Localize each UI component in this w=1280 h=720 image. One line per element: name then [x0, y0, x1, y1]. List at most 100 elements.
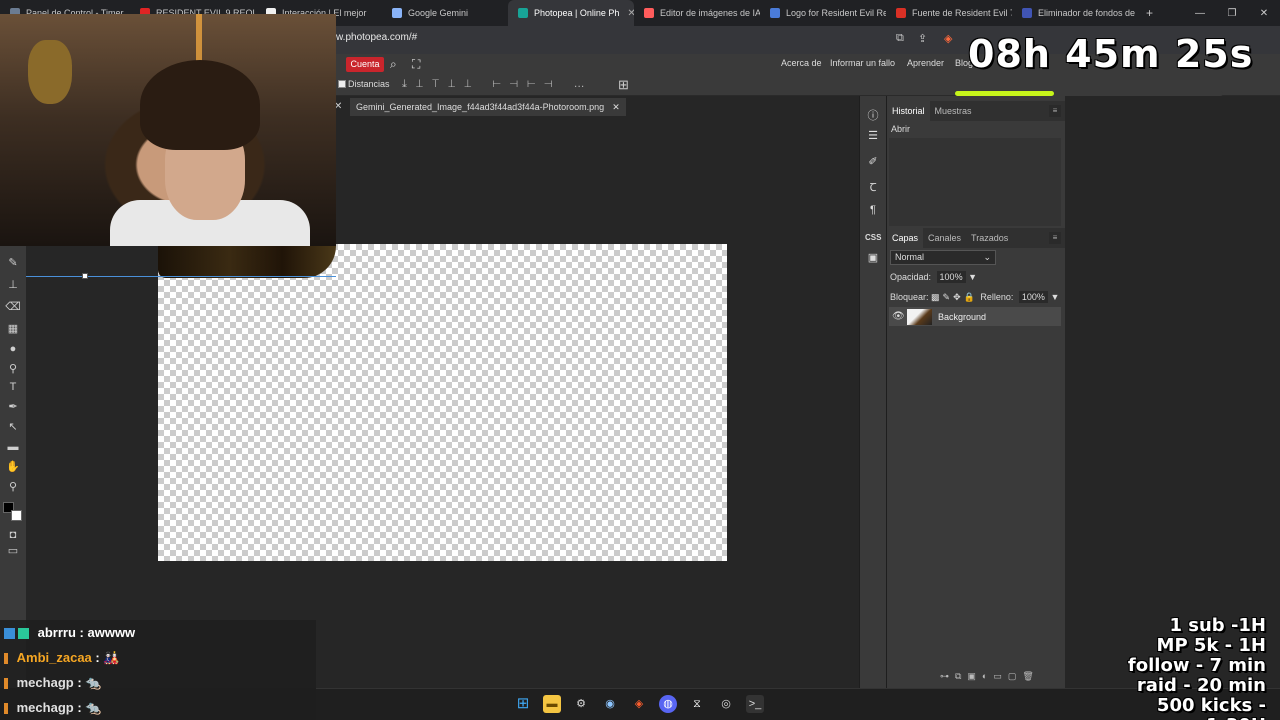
timer-progress-bar	[955, 91, 1054, 96]
css-icon[interactable]: CSS	[865, 230, 881, 246]
transform-handle[interactable]	[82, 273, 88, 279]
opacity-input[interactable]: 100%	[936, 271, 966, 283]
discord-icon[interactable]: ◍	[659, 695, 677, 713]
path-select-icon[interactable]: ↖	[5, 420, 21, 434]
document-tab[interactable]: Gemini_Generated_Image_f44ad3f44ad3f44a-…	[350, 98, 626, 116]
layer-thumbnail	[907, 309, 932, 325]
brush-icon[interactable]: ✐	[865, 154, 881, 170]
layer-name[interactable]: Background	[938, 312, 986, 322]
character-icon[interactable]: Ꞇ	[865, 180, 881, 196]
tab-history[interactable]: Historial	[887, 101, 930, 121]
badge-icon	[4, 678, 8, 690]
zoom-tool-icon[interactable]: ⚲	[5, 480, 21, 494]
document-canvas[interactable]	[158, 244, 727, 561]
goal-line: 1 sub -1H	[1169, 615, 1266, 636]
new-tab-button[interactable]: +	[1142, 0, 1162, 26]
info-icon[interactable]: ⓘ	[865, 108, 881, 124]
shape-tool-icon[interactable]: ▬	[5, 440, 21, 454]
tab-paths[interactable]: Trazados	[966, 228, 1013, 248]
capcut-icon[interactable]: ⧖	[688, 695, 706, 713]
workspace-right	[1065, 96, 1280, 688]
panel-icon-column: ⓘ ☰ ✐ Ꞇ ¶ CSS ▣	[860, 96, 886, 688]
chat-message: mechagp : 🐀	[0, 695, 316, 720]
brave-icon[interactable]: ◈	[630, 695, 648, 713]
adjust-icon[interactable]: ☰	[865, 128, 881, 144]
windows-start-icon[interactable]: ⊞	[514, 695, 532, 713]
layer-actions-icons[interactable]: ⊶⧉▣◐▭▢🗑	[940, 671, 1040, 682]
search-icon[interactable]: ⌕	[390, 57, 397, 72]
grid-icon[interactable]: ⊞	[618, 77, 629, 93]
quick-mask-icon[interactable]: ◘	[5, 528, 21, 542]
guide-line[interactable]	[26, 276, 336, 277]
tab-favicon-icon	[896, 8, 906, 18]
panel-menu-icon[interactable]: ≡	[1049, 232, 1061, 244]
file-explorer-icon[interactable]: ▬	[543, 695, 561, 713]
fill-input[interactable]: 100%	[1018, 291, 1048, 303]
opacity-dropdown-icon[interactable]: ▼	[968, 272, 977, 282]
browser-tab[interactable]: Fuente de Resident Evil 7	[886, 0, 1012, 26]
align-icons[interactable]: ⤓⊥⊤⊥⊥ ⊢⊣⊢⊣ …	[402, 78, 594, 91]
account-button[interactable]: Cuenta	[346, 57, 384, 72]
chevron-down-icon: ⌄	[983, 252, 991, 262]
goal-line: raid - 20 min	[1136, 675, 1266, 696]
screen-mode-icon[interactable]: ▭	[5, 544, 21, 558]
gradient-tool-icon[interactable]: ▦	[5, 322, 21, 336]
menu-report-bug[interactable]: Informar un fallo	[830, 58, 895, 68]
eraser-tool-icon[interactable]: ⌫	[5, 300, 21, 314]
tab-favicon-icon	[644, 8, 654, 18]
close-tab-icon[interactable]: ✕	[627, 8, 634, 19]
browser-tab-active[interactable]: Photopea | Online Ph ✕	[508, 0, 634, 26]
emote-icon: 🎎	[103, 650, 120, 665]
visibility-eye-icon[interactable]: 👁	[892, 311, 905, 322]
webcam-pineapple-decor	[28, 40, 72, 104]
history-item[interactable]: Abrir	[891, 124, 910, 134]
badge-icon	[4, 653, 8, 665]
webcam-hair	[140, 60, 260, 150]
pen-tool-icon[interactable]: ✒	[5, 400, 21, 414]
stream-timer: 08h 45m 25s	[968, 32, 1254, 76]
steam-icon[interactable]: ◉	[601, 695, 619, 713]
paragraph-icon[interactable]: ¶	[865, 202, 881, 218]
dodge-tool-icon[interactable]: ⚲	[5, 362, 21, 376]
url-field[interactable]: w.photopea.com/#	[336, 32, 417, 43]
brush-tool-icon[interactable]: ✎	[5, 256, 21, 270]
fill-dropdown-icon[interactable]: ▼	[1050, 292, 1059, 302]
menu-learn[interactable]: Aprender	[907, 58, 944, 68]
image-icon[interactable]: ▣	[865, 250, 881, 266]
history-panel-tabs: Historial Muestras ≡	[887, 101, 1065, 121]
hand-tool-icon[interactable]: ✋	[5, 460, 21, 474]
background-color-swatch[interactable]	[11, 510, 22, 521]
lock-icons[interactable]: ▩✎✥🔒	[931, 292, 978, 302]
close-window-icon[interactable]: ✕	[1248, 8, 1280, 19]
chat-message: abrrru : awwww	[0, 620, 316, 645]
tab-swatches[interactable]: Muestras	[930, 101, 977, 121]
browser-tab[interactable]: Editor de imágenes de IA	[634, 0, 760, 26]
brave-shield-icon[interactable]: ◈	[944, 32, 952, 45]
blur-tool-icon[interactable]: ●	[5, 342, 21, 356]
lock-row: Bloquear: ▩✎✥🔒 Relleno: 100% ▼	[890, 291, 1060, 303]
browser-tab[interactable]: Eliminador de fondos de	[1012, 0, 1142, 26]
minimize-icon[interactable]: —	[1184, 8, 1216, 19]
obs-icon[interactable]: ◎	[717, 695, 735, 713]
app-icon[interactable]: ⚙	[572, 695, 590, 713]
panel-menu-icon[interactable]: ≡	[1049, 105, 1061, 117]
maximize-icon[interactable]: ❐	[1216, 8, 1248, 19]
browser-tab[interactable]: Google Gemini	[382, 0, 508, 26]
tab-layers[interactable]: Capas	[887, 228, 924, 248]
document-title: Gemini_Generated_Image_f44ad3f44ad3f44a-…	[356, 102, 605, 112]
stamp-tool-icon[interactable]: ⊥	[5, 278, 21, 292]
tab-channels[interactable]: Canales	[923, 228, 966, 248]
distances-checkbox[interactable]	[338, 80, 346, 88]
distances-label: Distancias	[348, 79, 390, 89]
history-list	[889, 138, 1061, 226]
browser-tab[interactable]: Logo for Resident Evil Re	[760, 0, 886, 26]
terminal-icon[interactable]: >_	[746, 695, 764, 713]
photopea-icon	[518, 8, 528, 18]
type-tool-icon[interactable]: T	[5, 380, 21, 394]
blend-mode-select[interactable]: Normal ⌄	[890, 250, 996, 265]
share-icon[interactable]: ⇪	[918, 32, 927, 45]
menu-about[interactable]: Acerca de	[781, 58, 822, 68]
open-external-icon[interactable]: ⧉	[896, 32, 904, 45]
fullscreen-icon[interactable]: ⛶	[412, 57, 420, 72]
close-document-icon[interactable]: ✕	[612, 98, 620, 116]
